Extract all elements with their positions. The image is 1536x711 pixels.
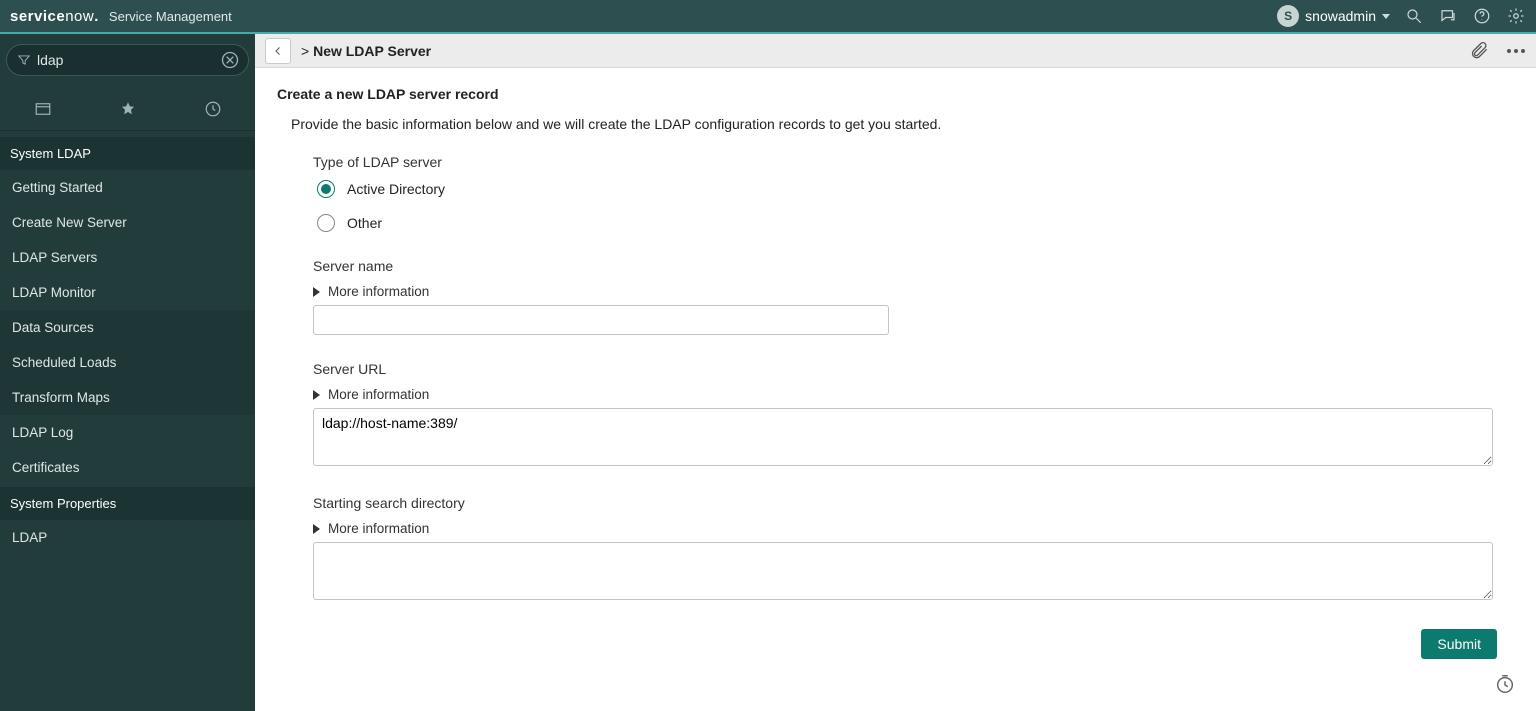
favorites-tab-icon[interactable] <box>114 98 142 120</box>
all-apps-tab-icon[interactable] <box>29 98 57 120</box>
starting-dir-more-info[interactable]: More information <box>313 521 1514 536</box>
starting-dir-input[interactable] <box>313 542 1493 600</box>
content-area: > New LDAP Server Create a new LDAP serv… <box>255 34 1536 711</box>
sidebar-item-data-sources[interactable]: Data Sources <box>0 310 255 345</box>
submit-button[interactable]: Submit <box>1421 629 1497 659</box>
radio-icon <box>317 180 335 198</box>
funnel-icon <box>17 53 31 67</box>
user-menu[interactable]: S snowadmin <box>1277 5 1390 27</box>
server-name-more-info[interactable]: More information <box>313 284 1514 299</box>
help-icon[interactable] <box>1472 6 1492 26</box>
server-url-label: Server URL <box>313 361 1514 377</box>
history-tab-icon[interactable] <box>199 98 227 120</box>
sidebar-item-ldap-monitor[interactable]: LDAP Monitor <box>0 275 255 310</box>
type-label: Type of LDAP server <box>313 154 1514 170</box>
top-banner: servicenow. Service Management S snowadm… <box>0 0 1536 34</box>
server-name-input[interactable] <box>313 305 889 335</box>
sidebar-item-ldap-properties[interactable]: LDAP <box>0 520 255 555</box>
page-intro: Provide the basic information below and … <box>291 116 1514 132</box>
username: snowadmin <box>1305 8 1376 24</box>
sidebar-group-system-properties[interactable]: System Properties <box>0 487 255 520</box>
form-header: > New LDAP Server <box>255 34 1536 68</box>
avatar: S <box>1277 5 1299 27</box>
radio-icon <box>317 214 335 232</box>
gear-icon[interactable] <box>1506 6 1526 26</box>
brand-subtitle: Service Management <box>109 9 232 24</box>
sidebar-item-scheduled-loads[interactable]: Scheduled Loads <box>0 345 255 380</box>
sidebar-item-transform-maps[interactable]: Transform Maps <box>0 380 255 415</box>
sidebar-item-ldap-log[interactable]: LDAP Log <box>0 415 255 450</box>
chat-icon[interactable] <box>1438 6 1458 26</box>
triangle-right-icon <box>313 524 320 534</box>
page-title: Create a new LDAP server record <box>277 86 1514 102</box>
attachment-icon[interactable] <box>1470 41 1490 61</box>
sidebar-item-getting-started[interactable]: Getting Started <box>0 170 255 205</box>
back-button[interactable] <box>265 38 291 64</box>
server-name-label: Server name <box>313 258 1514 274</box>
starting-dir-label: Starting search directory <box>313 495 1514 511</box>
server-url-more-info[interactable]: More information <box>313 387 1514 402</box>
search-icon[interactable] <box>1404 6 1424 26</box>
radio-active-directory[interactable]: Active Directory <box>313 180 1514 198</box>
filter-input-wrap <box>6 44 249 76</box>
brand-logo: servicenow. <box>10 8 99 25</box>
chevron-down-icon <box>1382 14 1390 19</box>
sidebar-item-create-new-server[interactable]: Create New Server <box>0 205 255 240</box>
sidebar-item-certificates[interactable]: Certificates <box>0 450 255 485</box>
response-time-icon[interactable] <box>1494 673 1516 695</box>
more-actions-icon[interactable] <box>1506 41 1526 61</box>
breadcrumb: > New LDAP Server <box>301 43 431 59</box>
sidebar-tabs <box>0 84 255 131</box>
filter-input[interactable] <box>37 52 214 68</box>
sidebar: System LDAP Getting Started Create New S… <box>0 34 255 711</box>
server-url-input[interactable] <box>313 408 1493 466</box>
triangle-right-icon <box>313 390 320 400</box>
sidebar-item-ldap-servers[interactable]: LDAP Servers <box>0 240 255 275</box>
sidebar-group-system-ldap[interactable]: System LDAP <box>0 137 255 170</box>
clear-filter-icon[interactable] <box>220 50 240 70</box>
radio-other[interactable]: Other <box>313 214 1514 232</box>
triangle-right-icon <box>313 287 320 297</box>
